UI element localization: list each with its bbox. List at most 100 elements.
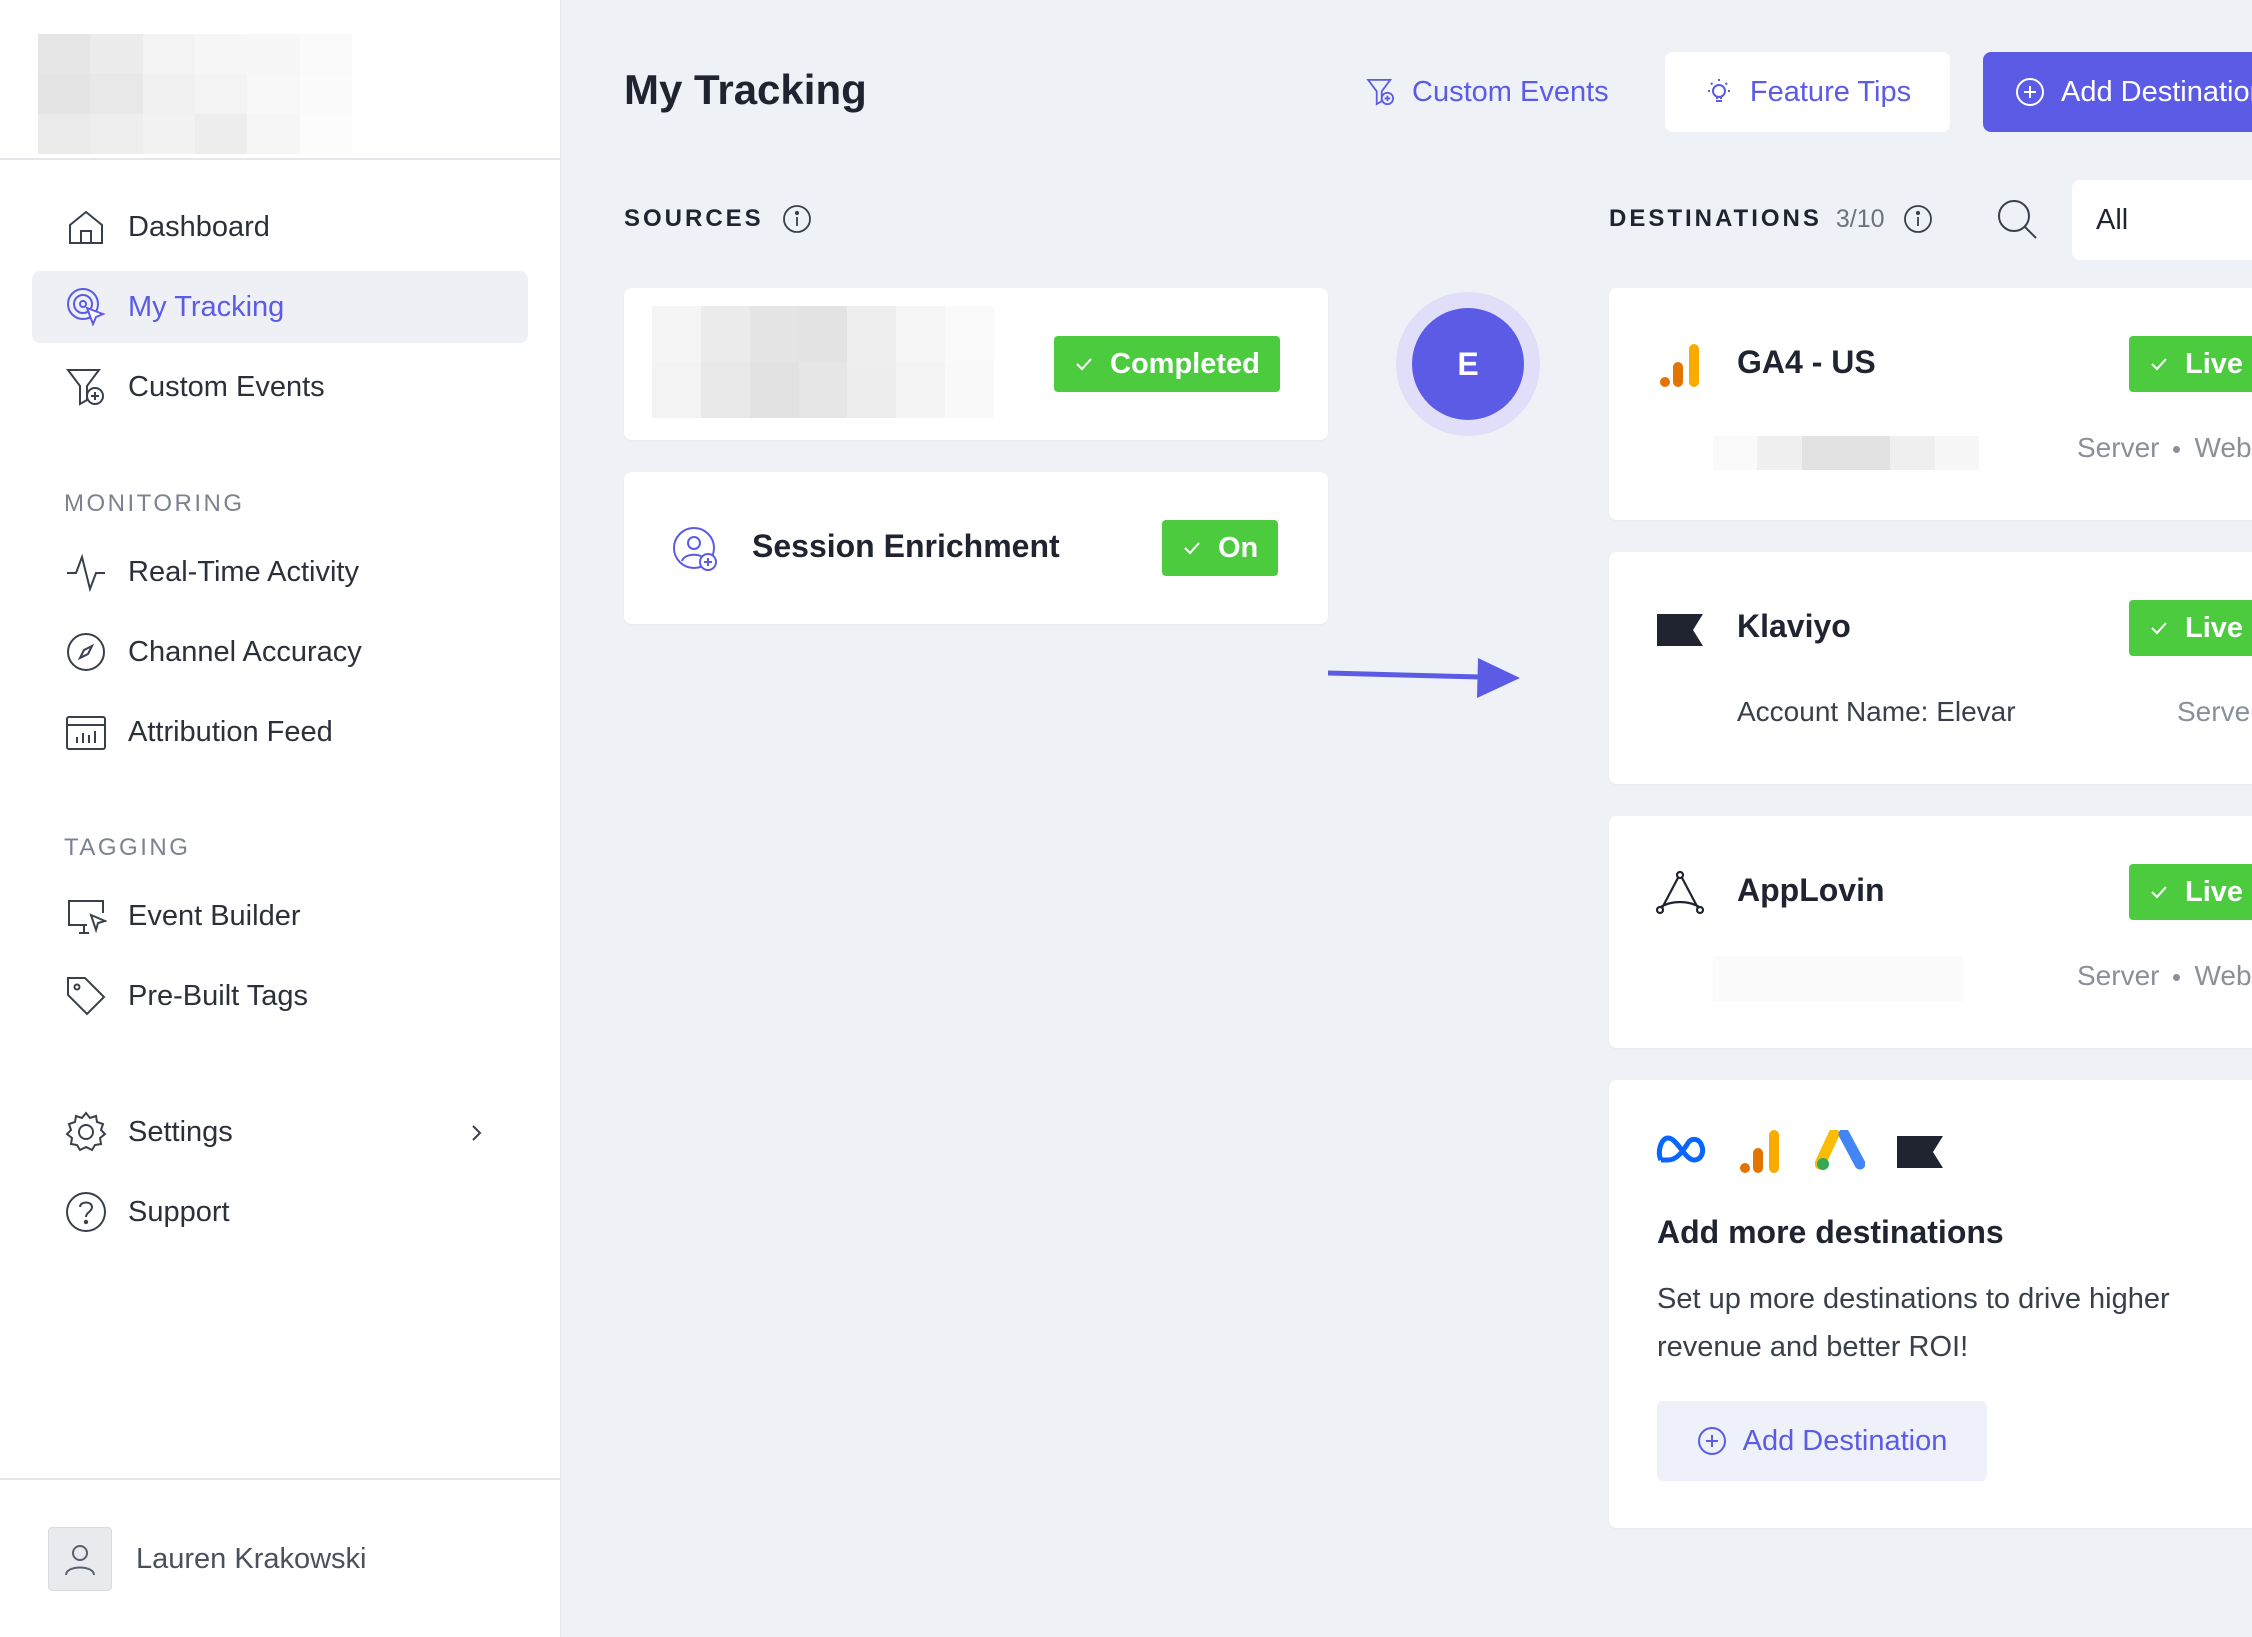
sources-header: SOURCES — [624, 204, 812, 234]
flow-arrow-icon — [1328, 658, 1520, 698]
elevar-connector: E — [1396, 292, 1540, 436]
sidebar-item-my-tracking[interactable]: My Tracking — [32, 271, 528, 343]
status-badge: Live — [2129, 336, 2252, 392]
destination-account: Account Name: Elevar — [1737, 696, 2016, 727]
meta-type: Server — [2077, 960, 2160, 991]
gear-icon — [64, 1110, 108, 1154]
source-title: Session Enrichment — [752, 528, 1060, 564]
destination-card-klaviyo[interactable]: Klaviyo Live Account Name: Elevar Server — [1609, 552, 2252, 784]
sidebar-item-settings[interactable]: Settings — [32, 1096, 528, 1168]
plus-circle-icon — [2015, 77, 2045, 107]
sidebar-item-real-time-activity[interactable]: Real-Time Activity — [32, 536, 528, 608]
destination-name: GA4 - US — [1737, 344, 1876, 380]
sidebar-item-label: Settings — [128, 1115, 233, 1148]
elevar-badge: E — [1412, 308, 1524, 420]
status-badge: On — [1162, 520, 1279, 576]
funnel-plus-icon — [1366, 77, 1396, 107]
sources-label: SOURCES — [624, 205, 764, 232]
monitoring-section-label: MONITORING — [64, 490, 245, 517]
add-destination-label: Add Destination — [2061, 75, 2252, 108]
status-badge: Completed — [1054, 336, 1280, 392]
sidebar-item-label: Attribution Feed — [128, 715, 333, 748]
add-destination-button[interactable]: Add Destination — [1657, 1401, 1987, 1481]
sidebar-item-custom-events[interactable]: Custom Events — [32, 351, 528, 423]
google-analytics-icon — [1739, 1128, 1781, 1179]
sidebar-item-dashboard[interactable]: Dashboard — [32, 191, 528, 263]
avatar — [48, 1527, 112, 1591]
destination-meta: Server Web — [2077, 960, 2252, 992]
plus-circle-icon — [1697, 1426, 1727, 1456]
add-more-title: Add more destinations — [1657, 1214, 2004, 1250]
check-icon — [1074, 354, 1094, 374]
custom-events-link[interactable]: Custom Events — [1366, 52, 1609, 132]
add-destination-button-header[interactable]: Add Destination — [1983, 52, 2252, 132]
sidebar-item-attribution-feed[interactable]: Attribution Feed — [32, 696, 528, 768]
user-name: Lauren Krakowski — [136, 1542, 367, 1575]
feature-tips-button[interactable]: Feature Tips — [1665, 52, 1950, 132]
feature-tips-label: Feature Tips — [1749, 75, 1912, 108]
destinations-count: 3/10 — [1835, 204, 1885, 233]
source-card-store[interactable]: Completed — [624, 288, 1328, 440]
sidebar-divider — [0, 158, 561, 160]
meta-channel: Web — [2194, 432, 2252, 463]
meta-channel: Web — [2194, 960, 2252, 991]
destination-name: Klaviyo — [1737, 608, 1851, 644]
status-text: Live — [2185, 875, 2244, 908]
tagging-section-label: TAGGING — [64, 834, 191, 861]
user-plus-icon — [672, 526, 720, 579]
sidebar-item-label: Real-Time Activity — [128, 555, 359, 588]
source-logo — [652, 306, 994, 418]
check-icon — [2149, 618, 2169, 638]
applovin-icon — [1655, 870, 1705, 921]
destinations-filter-select[interactable]: All — [2072, 180, 2252, 260]
status-text: Live — [2185, 347, 2244, 380]
page-title: My Tracking — [624, 66, 867, 113]
check-icon — [2149, 882, 2169, 902]
klaviyo-icon — [1897, 1136, 1943, 1173]
source-card-session-enrichment[interactable]: Session Enrichment On — [624, 472, 1328, 624]
info-icon[interactable] — [1903, 204, 1933, 234]
status-badge: Live — [2129, 600, 2252, 656]
sidebar-item-label: Support — [128, 1195, 230, 1228]
compass-icon — [64, 630, 108, 674]
destination-meta: Server Web — [2077, 432, 2252, 464]
user-profile[interactable]: Lauren Krakowski — [48, 1527, 367, 1591]
sidebar-footer-divider — [0, 1478, 561, 1480]
destination-name: AppLovin — [1737, 872, 1885, 908]
sidebar-item-label: Event Builder — [128, 899, 301, 932]
destination-card-applovin[interactable]: AppLovin Live Server Web — [1609, 816, 2252, 1048]
destinations-header: DESTINATIONS 3/10 — [1609, 204, 1933, 234]
add-destination-button-label: Add Destination — [1742, 1424, 1948, 1457]
check-icon — [2149, 354, 2169, 374]
lightbulb-icon — [1704, 77, 1734, 107]
google-ads-icon — [1814, 1128, 1866, 1177]
destination-card-ga4[interactable]: GA4 - US Live Server Web — [1609, 288, 2252, 520]
sidebar-item-pre-built-tags[interactable]: Pre-Built Tags — [32, 960, 528, 1032]
sidebar-item-support[interactable]: Support — [32, 1176, 528, 1248]
destination-meta-type: Server — [2177, 696, 2252, 727]
tracking-target-icon — [64, 285, 108, 329]
sidebar-item-label: Channel Accuracy — [128, 635, 362, 668]
search-icon[interactable] — [1996, 198, 2038, 245]
add-more-description: Set up more destinations to drive higher… — [1657, 1283, 2170, 1363]
info-icon[interactable] — [782, 204, 812, 234]
destination-account-redacted — [1713, 436, 1979, 470]
pulse-icon — [64, 550, 108, 594]
check-icon — [1182, 538, 1202, 558]
monitor-cursor-icon — [64, 894, 108, 938]
sidebar-item-label: Dashboard — [128, 210, 270, 243]
calendar-chart-icon — [64, 710, 108, 754]
sidebar-item-channel-accuracy[interactable]: Channel Accuracy — [32, 616, 528, 688]
meta-type: Server — [2077, 432, 2160, 463]
status-text: Live — [2185, 611, 2244, 644]
sidebar-item-label: My Tracking — [128, 290, 285, 323]
question-circle-icon — [64, 1190, 108, 1234]
sidebar-item-event-builder[interactable]: Event Builder — [32, 880, 528, 952]
tag-icon — [64, 974, 108, 1018]
destinations-label: DESTINATIONS — [1609, 205, 1822, 232]
klaviyo-icon — [1657, 614, 1703, 651]
status-badge: Live — [2129, 864, 2252, 920]
company-logo[interactable] — [38, 34, 352, 154]
status-text: On — [1218, 531, 1259, 564]
sidebar: Dashboard My Tracking Custom Events MONI… — [0, 0, 561, 1637]
